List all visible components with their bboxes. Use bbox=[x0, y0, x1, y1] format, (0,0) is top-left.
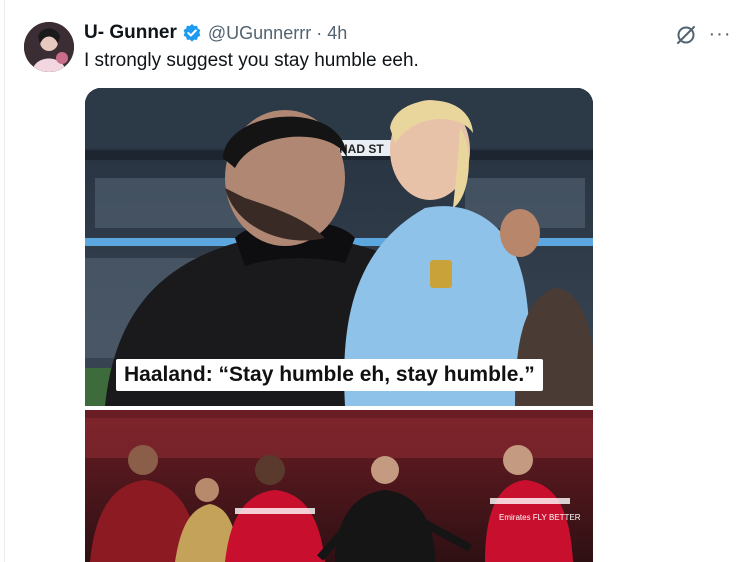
avatar[interactable] bbox=[24, 22, 74, 72]
verified-badge-icon bbox=[182, 23, 202, 43]
jersey-text: Emirates FLY BETTER bbox=[499, 513, 581, 522]
tweet-media[interactable]: HAD ST Emirates FLY BETTER bbox=[85, 88, 593, 562]
media-image: HAD ST Emirates FLY BETTER bbox=[85, 88, 593, 562]
separator-dot: · bbox=[316, 22, 323, 43]
timeline-border bbox=[4, 0, 5, 562]
avatar-image bbox=[24, 22, 74, 72]
more-icon[interactable]: ··· bbox=[708, 22, 732, 46]
handle[interactable]: @UGunnerrr bbox=[208, 23, 311, 44]
tweet-text: I strongly suggest you stay humble eeh. bbox=[84, 50, 419, 71]
grok-icon[interactable] bbox=[674, 23, 698, 47]
image-caption: Haaland: “Stay humble eh, stay humble.” bbox=[116, 359, 543, 391]
timestamp[interactable]: 4h bbox=[327, 23, 347, 44]
display-name[interactable]: U- Gunner bbox=[84, 22, 177, 44]
tweet-header: U- Gunner @UGunnerrr · 4h bbox=[84, 20, 347, 46]
